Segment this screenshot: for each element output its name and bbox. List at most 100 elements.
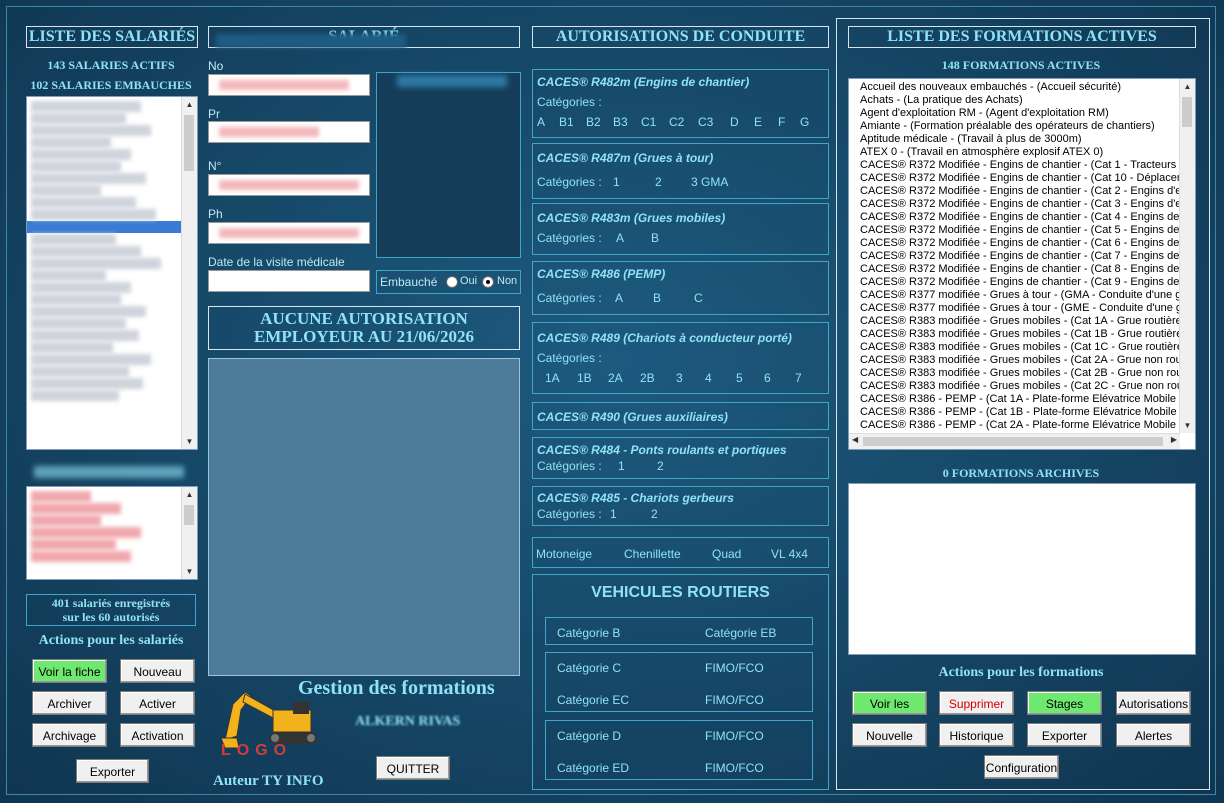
caces-r489-cat-7[interactable]: 7 — [795, 371, 802, 385]
delete-training-button[interactable]: Supprimer — [939, 691, 1014, 715]
training-list-item[interactable]: CACES® R372 Modifiée - Engins de chantie… — [860, 224, 1180, 237]
quit-button[interactable]: QUITTER — [376, 756, 450, 780]
training-list-item[interactable]: CACES® R372 Modifiée - Engins de chantie… — [860, 185, 1180, 198]
scroll-down-icon[interactable]: ▼ — [1180, 418, 1195, 433]
new-employee-button[interactable]: Nouveau — [120, 659, 195, 683]
scroll-thumb[interactable] — [184, 115, 194, 171]
caces-r487-cat-2[interactable]: 2 — [655, 175, 662, 189]
training-list-item[interactable]: CACES® R372 Modifiée - Engins de chantie… — [860, 159, 1180, 172]
category-c-label[interactable]: Catégorie C — [557, 661, 621, 675]
training-list-item[interactable]: CACES® R383 modifiée - Grues mobiles - (… — [860, 315, 1180, 328]
phone-field[interactable] — [208, 222, 370, 244]
medical-visit-date-field[interactable] — [208, 270, 370, 292]
caces-r487-cat-1[interactable]: 1 — [613, 175, 620, 189]
archiving-button[interactable]: Archivage — [32, 723, 107, 747]
nom-field[interactable] — [208, 74, 370, 96]
list-item[interactable] — [31, 125, 151, 136]
list-item[interactable] — [31, 149, 131, 160]
caces-r482-cat-c1[interactable]: C1 — [641, 115, 656, 129]
tracked-vehicle-label[interactable]: Chenillette — [624, 547, 681, 561]
category-ec-fimo-label[interactable]: FIMO/FCO — [705, 693, 764, 707]
caces-r489-cat-2a[interactable]: 2A — [608, 371, 623, 385]
trainings-vscrollbar[interactable]: ▲ ▼ — [1179, 79, 1195, 433]
list-item[interactable] — [31, 282, 131, 293]
scroll-right-icon[interactable]: ▶ — [1171, 435, 1177, 444]
caces-r482-cat-a[interactable]: A — [537, 115, 545, 129]
training-list-item[interactable]: CACES® R372 Modifiée - Engins de chantie… — [860, 198, 1180, 211]
caces-r482-cat-b1[interactable]: B1 — [559, 115, 574, 129]
training-list-item[interactable]: CACES® R372 Modifiée - Engins de chantie… — [860, 250, 1180, 263]
scroll-thumb[interactable] — [863, 437, 1163, 446]
list-item[interactable] — [31, 503, 121, 514]
list-item[interactable] — [31, 161, 121, 172]
caces-r482-cat-f[interactable]: F — [778, 115, 785, 129]
caces-r484-cat-2[interactable]: 2 — [657, 459, 664, 473]
list-item[interactable] — [31, 390, 119, 401]
caces-r489-cat-6[interactable]: 6 — [764, 371, 771, 385]
caces-r489-cat-2b[interactable]: 2B — [640, 371, 655, 385]
caces-r485-cat-2[interactable]: 2 — [651, 507, 658, 521]
prenom-field[interactable] — [208, 121, 370, 143]
list-item[interactable] — [31, 209, 156, 220]
export-trainings-button[interactable]: Exporter — [1027, 723, 1102, 747]
trainings-hscrollbar[interactable]: ◀ ▶ — [849, 433, 1180, 449]
training-list-item[interactable]: CACES® R386 - PEMP - (Cat 2A - Plate-for… — [860, 419, 1180, 432]
list-item[interactable] — [31, 551, 131, 562]
list-item[interactable] — [31, 101, 141, 112]
list-item[interactable] — [31, 197, 136, 208]
caces-r482-cat-g[interactable]: G — [800, 115, 809, 129]
authorizations-button[interactable]: Autorisations — [1116, 691, 1191, 715]
list-item[interactable] — [31, 246, 141, 257]
caces-r482-cat-b2[interactable]: B2 — [586, 115, 601, 129]
activation-button[interactable]: Activation — [120, 723, 195, 747]
list-item[interactable] — [31, 527, 141, 538]
caces-r489-cat-1b[interactable]: 1B — [577, 371, 592, 385]
vl-4x4-label[interactable]: VL 4x4 — [771, 547, 808, 561]
caces-r482-cat-b3[interactable]: B3 — [613, 115, 628, 129]
training-list-item[interactable]: CACES® R383 modifiée - Grues mobiles - (… — [860, 354, 1180, 367]
list-item[interactable] — [31, 491, 91, 502]
category-eb-label[interactable]: Catégorie EB — [705, 626, 776, 640]
caces-r482-cat-d[interactable]: D — [730, 115, 739, 129]
scroll-down-icon[interactable]: ▼ — [182, 434, 197, 449]
caces-r489-cat-4[interactable]: 4 — [705, 371, 712, 385]
training-list-item[interactable]: Amiante - (Formation préalable des opéra… — [860, 120, 1180, 133]
list-item[interactable] — [31, 378, 143, 389]
configuration-button[interactable]: Configuration — [984, 755, 1059, 779]
training-list-item[interactable]: ATEX 0 - (Travail en atmosphère explosif… — [860, 146, 1180, 159]
training-list-item[interactable]: CACES® R383 modifiée - Grues mobiles - (… — [860, 380, 1180, 393]
caces-r482-cat-c3[interactable]: C3 — [698, 115, 713, 129]
training-list-item[interactable]: CACES® R383 modifiée - Grues mobiles - (… — [860, 367, 1180, 380]
view-employee-button[interactable]: Voir la fiche — [32, 659, 107, 683]
list-item[interactable] — [31, 366, 129, 377]
caces-r483-cat-b[interactable]: B — [651, 231, 659, 245]
scroll-left-icon[interactable]: ◀ — [852, 435, 858, 444]
training-list-item[interactable]: CACES® R386 - PEMP - (Cat 1B - Plate-for… — [860, 406, 1180, 419]
employees-scrollbar[interactable]: ▲ ▼ — [181, 97, 197, 449]
caces-r489-cat-1a[interactable]: 1A — [545, 371, 560, 385]
category-d-fimo-label[interactable]: FIMO/FCO — [705, 729, 764, 743]
hired-yes-radio[interactable] — [446, 276, 458, 288]
number-field[interactable] — [208, 174, 370, 196]
category-c-fimo-label[interactable]: FIMO/FCO — [705, 661, 764, 675]
list-item[interactable] — [31, 173, 146, 184]
category-ed-label[interactable]: Catégorie ED — [557, 761, 629, 775]
training-list-item[interactable]: CACES® R383 modifiée - Grues mobiles - (… — [860, 341, 1180, 354]
active-employees-list[interactable]: ▲ ▼ — [26, 96, 198, 450]
training-list-item[interactable]: Aptitude médicale - (Travail à plus de 3… — [860, 133, 1180, 146]
category-ed-fimo-label[interactable]: FIMO/FCO — [705, 761, 764, 775]
history-button[interactable]: Historique — [939, 723, 1014, 747]
training-list-item[interactable]: Agent d'exploitation RM - (Agent d'explo… — [860, 107, 1180, 120]
list-item[interactable] — [31, 234, 116, 245]
list-item[interactable] — [31, 185, 101, 196]
caces-r482-cat-e[interactable]: E — [754, 115, 762, 129]
list-item[interactable] — [31, 294, 121, 305]
list-item[interactable] — [31, 330, 139, 341]
caces-r486-cat-b[interactable]: B — [653, 291, 661, 305]
caces-r489-cat-5[interactable]: 5 — [736, 371, 743, 385]
archived-employees-list[interactable]: ▲ ▼ — [26, 486, 198, 580]
training-list-item[interactable]: Accueil des nouveaux embauchés - (Accuei… — [860, 81, 1180, 94]
caces-r484-cat-1[interactable]: 1 — [618, 459, 625, 473]
list-item[interactable] — [31, 354, 151, 365]
list-item[interactable] — [31, 270, 106, 281]
